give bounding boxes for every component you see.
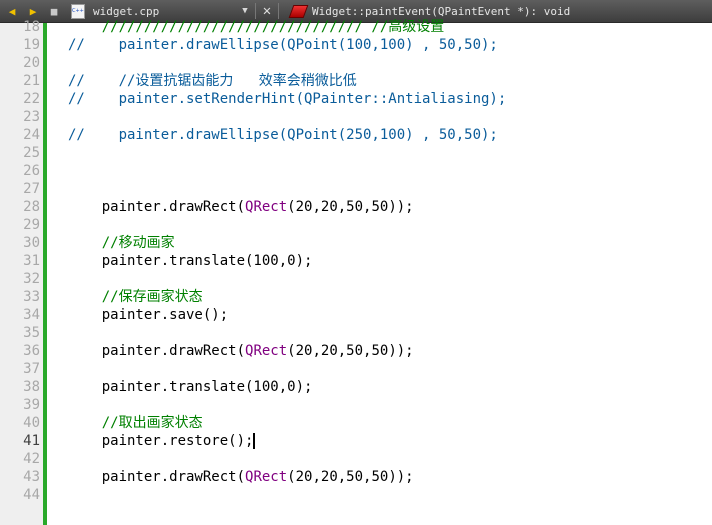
code-line-40[interactable]: //取出画家状态 (68, 414, 708, 432)
line-number: 42 (23, 451, 40, 467)
code-line-24[interactable]: // painter.drawEllipse(QPoint(250,100) ,… (68, 126, 708, 144)
text-cursor (253, 433, 256, 449)
code-text: (20,20,50,50)); (287, 469, 414, 485)
code-text: painter.drawRect( (68, 469, 246, 485)
file-dropdown-chevron-icon[interactable]: ▼ (239, 6, 251, 16)
code-text: painter.drawRect( (68, 199, 246, 215)
type-name: QRect (245, 343, 288, 359)
line-number: 32 (23, 271, 40, 287)
line-number: 35 (23, 325, 40, 341)
code-line-44[interactable] (68, 486, 708, 504)
code-text: (20,20,50,50)); (287, 343, 414, 359)
line-number: 18 (23, 19, 40, 35)
code-text: painter.restore(); (68, 433, 254, 449)
line-number: 31 (23, 253, 40, 269)
line-number: 21 (23, 73, 40, 89)
code-line-43[interactable]: painter.drawRect(QRect(20,20,50,50)); (68, 468, 708, 486)
line-number: 33 (23, 289, 40, 305)
current-function-selector[interactable]: Widget::paintEvent(QPaintEvent *): void (312, 5, 570, 18)
code-line-39[interactable] (68, 396, 708, 414)
code-line-25[interactable] (68, 144, 708, 162)
line-number: 38 (23, 379, 40, 395)
code-line-22[interactable]: // painter.setRenderHint(QPainter::Antia… (68, 90, 708, 108)
code-line-37[interactable] (68, 360, 708, 378)
code-line-41[interactable]: painter.restore(); (68, 432, 708, 450)
modified-lines-bar (43, 23, 47, 525)
line-number: 43 (23, 469, 40, 485)
code-line-34[interactable]: painter.save(); (68, 306, 708, 324)
line-number: 44 (23, 487, 40, 503)
line-number: 37 (23, 361, 40, 377)
line-number: 19 (23, 37, 40, 53)
line-number: 26 (23, 163, 40, 179)
line-number: 27 (23, 181, 40, 197)
code-editor[interactable]: 18 19 20 21 22 23 24 25 26 27 28 29 30 3… (0, 19, 712, 525)
line-number: 30 (23, 235, 40, 251)
open-file-name[interactable]: widget.cpp (93, 5, 239, 18)
code-line-23[interactable] (68, 108, 708, 126)
code-text: (20,20,50,50)); (287, 199, 414, 215)
cpp-file-icon (71, 3, 85, 19)
code-text: painter.drawRect( (68, 343, 246, 359)
code-line-20[interactable] (68, 54, 708, 72)
code-line-32[interactable] (68, 270, 708, 288)
line-number: 25 (23, 145, 40, 161)
current-line-number: 41 (23, 433, 40, 449)
code-line-26[interactable] (68, 162, 708, 180)
line-number: 36 (23, 343, 40, 359)
code-line-42[interactable] (68, 450, 708, 468)
type-name: QRect (245, 199, 288, 215)
line-number: 28 (23, 199, 40, 215)
type-name: QRect (245, 469, 288, 485)
code-line-30[interactable]: //移动画家 (68, 234, 708, 252)
line-number: 20 (23, 55, 40, 71)
line-number-gutter: 18 19 20 21 22 23 24 25 26 27 28 29 30 3… (0, 19, 43, 525)
code-line-38[interactable]: painter.translate(100,0); (68, 378, 708, 396)
function-symbol-icon (288, 4, 309, 18)
code-line-36[interactable]: painter.drawRect(QRect(20,20,50,50)); (68, 342, 708, 360)
code-line-19[interactable]: // painter.drawEllipse(QPoint(100,100) ,… (68, 36, 708, 54)
toolbar-divider (255, 3, 256, 19)
code-line-35[interactable] (68, 324, 708, 342)
code-line-18[interactable]: /////////////////////////////// //高级设置 (68, 18, 708, 36)
line-number: 23 (23, 109, 40, 125)
line-number: 29 (23, 217, 40, 233)
code-line-27[interactable] (68, 180, 708, 198)
code-line-21[interactable]: // //设置抗锯齿能力 效率会稍微比低 (68, 72, 708, 90)
code-line-31[interactable]: painter.translate(100,0); (68, 252, 708, 270)
code-line-33[interactable]: //保存画家状态 (68, 288, 708, 306)
code-line-29[interactable] (68, 216, 708, 234)
line-number: 34 (23, 307, 40, 323)
close-file-icon[interactable]: ✕ (260, 3, 274, 19)
line-number: 40 (23, 415, 40, 431)
code-line-28[interactable]: painter.drawRect(QRect(20,20,50,50)); (68, 198, 708, 216)
lock-icon[interactable]: ■ (45, 2, 63, 20)
line-number: 39 (23, 397, 40, 413)
toolbar-divider (278, 3, 279, 19)
line-number: 22 (23, 91, 40, 107)
line-number: 24 (23, 127, 40, 143)
